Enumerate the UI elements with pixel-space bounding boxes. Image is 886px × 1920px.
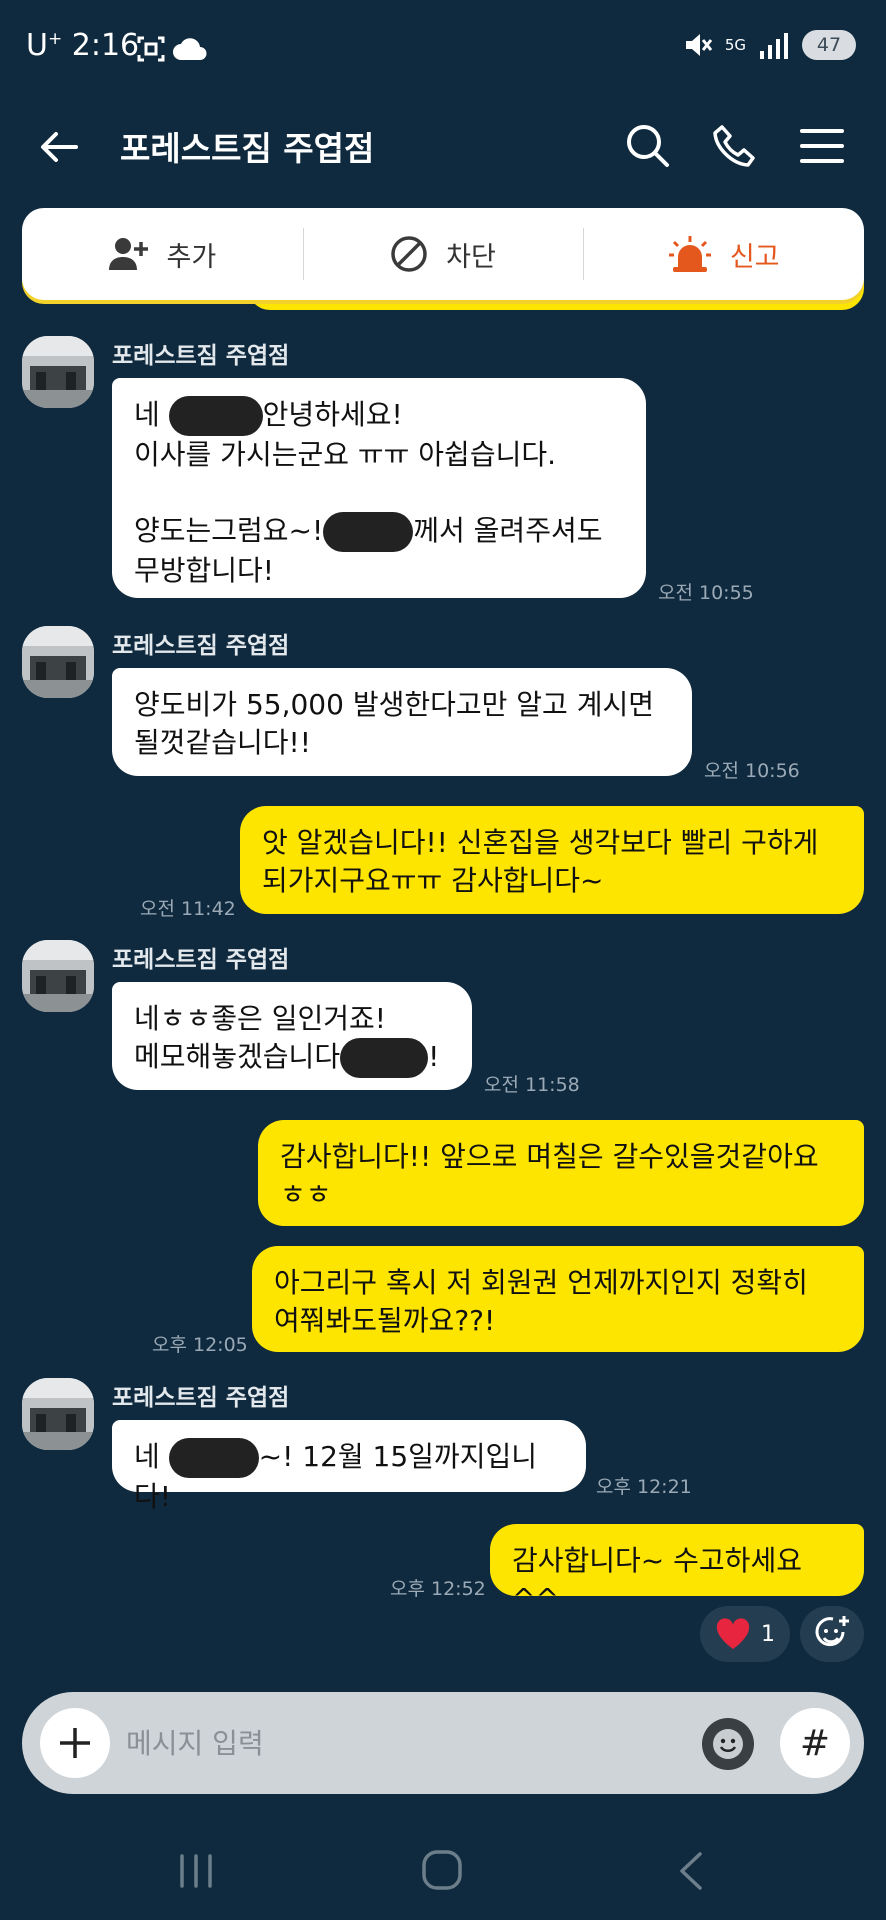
add-reaction-icon — [815, 1616, 849, 1647]
search-icon[interactable] — [624, 122, 672, 170]
phone-icon[interactable] — [710, 122, 758, 170]
avatar[interactable] — [22, 940, 94, 1012]
report-label: 신고 — [729, 241, 780, 273]
carrier-sup: + — [47, 29, 63, 49]
message-text: 네 — [134, 398, 169, 431]
block-label: 차단 — [446, 241, 496, 273]
redacted-name — [323, 512, 414, 552]
avatar[interactable] — [22, 1378, 94, 1450]
mute-icon — [685, 34, 712, 56]
message-text: 양도비가 55,000 발생한다고만 알고 계시면 될껏같습니다!! — [134, 688, 654, 759]
sender-name: 포레스트짐 주엽점 — [112, 947, 290, 973]
message-input[interactable] — [126, 1722, 686, 1764]
message-composer: # — [22, 1692, 864, 1794]
message-text: 아그리구 혹시 저 회원권 언제까지인지 정확히 여쭤봐도될까요??! — [274, 1266, 808, 1337]
redacted-name — [168, 1438, 259, 1478]
chat-header: 포레스트짐 주엽점 — [0, 100, 886, 190]
menu-icon[interactable] — [798, 122, 846, 170]
sender-name: 포레스트짐 주엽점 — [112, 343, 290, 369]
message-time: 오후 12:05 — [152, 1334, 248, 1356]
attach-button[interactable] — [40, 1708, 110, 1778]
back-arrow-icon[interactable] — [36, 124, 82, 170]
message-text: 앗 알겠습니다!! 신혼집을 생각보다 빨리 구하게 되가지구요ㅠㅠ 감사합니다… — [262, 826, 819, 897]
screenshot-icon — [137, 36, 165, 62]
hashtag-button[interactable]: # — [780, 1708, 850, 1778]
nav-back-icon[interactable] — [662, 1846, 722, 1896]
message-bubble[interactable]: 네ㅎㅎ좋은 일인거죠! 메모해놓겠습니다! — [112, 982, 472, 1090]
add-friend-icon — [109, 238, 149, 270]
block-icon — [391, 236, 427, 272]
message-bubble[interactable]: 네 ~! 12월 15일까지입니다! — [112, 1420, 586, 1513]
emoji-icon — [713, 1729, 743, 1759]
signal-icon — [760, 33, 788, 59]
block-button[interactable]: 차단 — [302, 208, 584, 300]
clock: 2:16 — [71, 28, 140, 63]
message-time: 오전 11:58 — [484, 1074, 580, 1096]
carrier-label: U — [26, 28, 48, 63]
message-bubble[interactable]: 양도비가 55,000 발생한다고만 알고 계시면 될껏같습니다!! — [112, 668, 692, 776]
heart-icon — [716, 1618, 750, 1649]
sender-name: 포레스트짐 주엽점 — [112, 633, 290, 659]
recent-apps-icon[interactable] — [166, 1846, 226, 1896]
reaction-count: 1 — [761, 1621, 775, 1647]
add-friend-label: 추가 — [166, 241, 217, 273]
chat-title: 포레스트짐 주엽점 — [120, 129, 375, 168]
plus-icon — [60, 1728, 90, 1758]
message-text: 감사합니다!! 앞으로 며칠은 갈수있을것같아요 ㅎㅎ — [280, 1140, 819, 1211]
system-nav-bar — [0, 1820, 886, 1920]
network-label: 5G — [724, 36, 746, 54]
status-time: U+ 2:16 — [26, 28, 139, 63]
siren-icon — [668, 236, 711, 272]
my-message-bubble[interactable]: 아그리구 혹시 저 회원권 언제까지인지 정확히 여쭤봐도될까요??! — [252, 1246, 864, 1352]
battery-indicator: 47 — [802, 30, 856, 60]
cloud-icon — [173, 38, 207, 60]
message-time: 오전 10:55 — [658, 582, 754, 604]
gym-photo-icon — [22, 336, 94, 408]
gym-photo-icon — [22, 626, 94, 698]
add-reaction-button[interactable] — [800, 1606, 864, 1662]
avatar[interactable] — [22, 626, 94, 698]
stranger-action-bar: 추가 차단 신고 — [22, 208, 864, 300]
message-time: 오전 10:56 — [704, 760, 800, 782]
avatar[interactable] — [22, 336, 94, 408]
message-bubble[interactable]: 네 안녕하세요! 이사를 가시는군요 ㅠㅠ 아쉽습니다. 양도는그럼요~! 께서 … — [112, 378, 646, 598]
gym-photo-icon — [22, 940, 94, 1012]
heart-reaction[interactable]: 1 — [700, 1606, 790, 1662]
my-message-bubble[interactable]: 감사합니다!! 앞으로 며칠은 갈수있을것같아요 ㅎㅎ — [258, 1120, 864, 1226]
status-bar: U+ 2:16 5G 47 — [0, 0, 886, 100]
redacted-name — [168, 396, 263, 436]
emoji-button[interactable] — [702, 1718, 754, 1770]
my-message-bubble[interactable]: 앗 알겠습니다!! 신혼집을 생각보다 빨리 구하게 되가지구요ㅠㅠ 감사합니다… — [240, 806, 864, 914]
gym-photo-icon — [22, 1378, 94, 1450]
redacted-name — [340, 1038, 429, 1078]
message-time: 오후 12:21 — [596, 1476, 692, 1498]
message-text: ! — [428, 1040, 440, 1073]
report-button[interactable]: 신고 — [583, 208, 864, 300]
message-time: 오전 11:42 — [140, 898, 236, 920]
home-icon[interactable] — [412, 1846, 472, 1896]
my-message-bubble[interactable]: 감사합니다~ 수고하세요^^ — [490, 1524, 864, 1615]
add-friend-button[interactable]: 추가 — [22, 208, 303, 300]
message-time: 오후 12:52 — [390, 1578, 486, 1600]
sender-name: 포레스트짐 주엽점 — [112, 1385, 290, 1411]
message-text: 감사합니다~ 수고하세요^^ — [512, 1544, 802, 1615]
message-text: 네 — [134, 1440, 169, 1473]
